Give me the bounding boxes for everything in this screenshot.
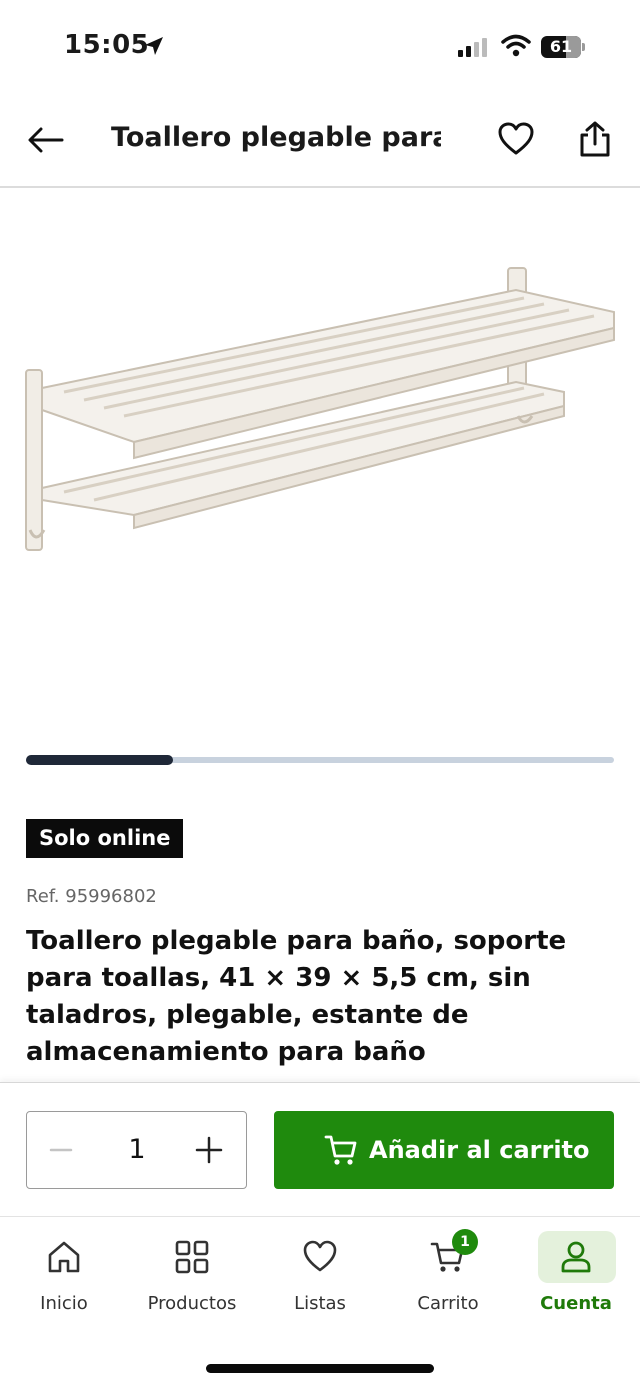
tab-carrito[interactable]: 1 Carrito: [384, 1217, 512, 1337]
tab-label: Cuenta: [540, 1293, 612, 1314]
tab-productos[interactable]: Productos: [128, 1217, 256, 1337]
share-icon[interactable]: [578, 120, 612, 158]
product-gallery[interactable]: [0, 190, 640, 750]
add-to-cart-button[interactable]: Añadir al carrito: [274, 1111, 614, 1189]
product-title: Toallero plegable para baño, soporte par…: [26, 926, 567, 1067]
favorite-heart-icon[interactable]: [498, 122, 534, 156]
cart-icon: [324, 1135, 357, 1165]
gallery-progress-bar: [26, 755, 614, 765]
home-icon: [48, 1241, 80, 1273]
tab-label: Productos: [147, 1293, 237, 1314]
battery-indicator: 61: [541, 36, 585, 58]
towel-rack-image: [25, 267, 615, 551]
solo-online-badge: Solo online: [26, 819, 184, 858]
minus-icon[interactable]: [41, 1130, 81, 1170]
grid-icon: [175, 1240, 209, 1274]
gallery-progress-fill: [26, 755, 173, 765]
quantity-value[interactable]: 1: [107, 1130, 167, 1170]
home-indicator: [206, 1364, 434, 1373]
product-reference: Ref. 95996802: [26, 886, 157, 907]
tab-label: Carrito: [417, 1293, 479, 1314]
cart-count-badge: 1: [452, 1229, 478, 1255]
battery-level: 61: [549, 37, 573, 56]
plus-icon[interactable]: [189, 1130, 229, 1170]
quantity-stepper: 1: [26, 1111, 247, 1189]
tab-label: Listas: [294, 1293, 346, 1314]
add-to-cart-bar: 1 Añadir al carrito: [0, 1082, 640, 1216]
bottom-tab-bar: Inicio Productos Listas 1 Carrito Cuenta: [0, 1216, 640, 1387]
location-arrow-icon: [145, 37, 163, 55]
heart-icon: [303, 1240, 337, 1272]
tab-inicio[interactable]: Inicio: [0, 1217, 128, 1337]
back-arrow-icon[interactable]: [26, 124, 66, 156]
tab-listas[interactable]: Listas: [256, 1217, 384, 1337]
tab-cuenta[interactable]: Cuenta: [512, 1217, 640, 1337]
wifi-icon: [501, 34, 531, 57]
tab-label: Inicio: [40, 1293, 88, 1314]
status-bar: 15:05 61: [0, 0, 640, 96]
add-to-cart-label: Añadir al carrito: [369, 1136, 590, 1164]
status-time: 15:05: [64, 30, 150, 60]
user-icon: [561, 1241, 591, 1273]
signal-icon: [458, 38, 487, 57]
page-title: Toallero plegable para ...: [111, 122, 441, 153]
app-header: Toallero plegable para ...: [0, 96, 640, 188]
